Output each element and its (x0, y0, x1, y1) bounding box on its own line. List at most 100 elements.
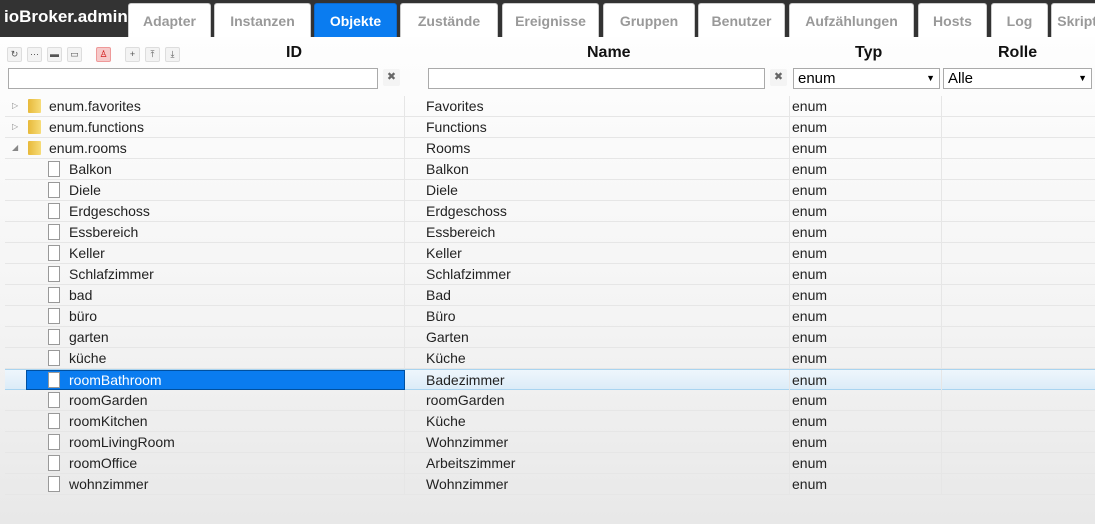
file-icon (48, 224, 60, 240)
table-row[interactable]: Erdgeschoss Erdgeschoss enum (5, 201, 1095, 222)
id-cell: Essbereich (5, 222, 405, 242)
typ-cell: enum (792, 266, 828, 282)
file-icon (48, 476, 60, 492)
name-cell: Büro (426, 308, 456, 324)
name-cell: Bad (426, 287, 451, 303)
table-row[interactable]: ▷ enum.favorites Favorites enum (5, 96, 1095, 117)
expanded-arrow-icon[interactable]: ◢ (12, 138, 18, 158)
tab-skripte[interactable]: Skripte (1051, 3, 1095, 37)
name-cell: Wohnzimmer (426, 476, 509, 492)
table-row[interactable]: roomGarden roomGarden enum (5, 390, 1095, 411)
file-icon (48, 245, 60, 261)
user-button[interactable]: ♙ (96, 47, 111, 62)
file-icon (48, 392, 60, 408)
refresh-button[interactable]: ↻ (7, 47, 22, 62)
object-id: Diele (69, 182, 101, 198)
typ-cell: enum (792, 350, 828, 366)
typ-cell: enum (792, 434, 828, 450)
upload-button[interactable]: ⤒ (145, 47, 160, 62)
folder-open-button[interactable]: ▭ (67, 47, 82, 62)
id-cell: ◢ enum.rooms (5, 138, 405, 158)
object-id: Schlafzimmer (69, 266, 154, 282)
table-row[interactable]: küche Küche enum (5, 348, 1095, 369)
add-button[interactable]: + (125, 47, 140, 62)
divider (941, 370, 942, 390)
divider (941, 243, 942, 263)
id-cell: wohnzimmer (5, 474, 405, 494)
file-icon (48, 203, 60, 219)
tab-adapter[interactable]: Adapter (128, 3, 211, 37)
name-cell: Diele (426, 182, 458, 198)
download-icon: ⤓ (170, 49, 175, 59)
folder-open-icon: ▭ (70, 49, 79, 59)
tab-ereignisse[interactable]: Ereignisse (502, 3, 599, 37)
divider (941, 474, 942, 494)
tab-benutzer[interactable]: Benutzer (698, 3, 785, 37)
rolle-filter-select[interactable]: Alle ▼ (943, 68, 1092, 89)
table-row[interactable]: ◢ enum.rooms Rooms enum (5, 138, 1095, 159)
id-cell: büro (5, 306, 405, 326)
table-row[interactable]: Keller Keller enum (5, 243, 1095, 264)
name-filter-input[interactable] (428, 68, 765, 89)
id-filter-input[interactable] (8, 68, 378, 89)
clear-name-filter-button[interactable]: ✖ (770, 69, 787, 86)
column-header-id[interactable]: ID (286, 44, 302, 62)
tab-gruppen[interactable]: Gruppen (603, 3, 695, 37)
divider (789, 285, 790, 305)
table-row[interactable]: büro Büro enum (5, 306, 1095, 327)
file-icon (48, 372, 60, 388)
divider (789, 306, 790, 326)
table-row[interactable]: Balkon Balkon enum (5, 159, 1095, 180)
typ-cell: enum (792, 98, 828, 114)
tab-instanzen[interactable]: Instanzen (214, 3, 311, 37)
tab-zustände[interactable]: Zustände (400, 3, 498, 37)
column-header-name[interactable]: Name (587, 44, 631, 62)
table-row[interactable]: garten Garten enum (5, 327, 1095, 348)
tab-aufzählungen[interactable]: Aufzählungen (789, 3, 914, 37)
collapsed-arrow-icon[interactable]: ▷ (12, 96, 18, 116)
list-icon: ⋯ (30, 49, 39, 59)
table-row[interactable]: roomOffice Arbeitszimmer enum (5, 453, 1095, 474)
name-cell: Balkon (426, 161, 469, 177)
divider (789, 222, 790, 242)
table-row[interactable]: Schlafzimmer Schlafzimmer enum (5, 264, 1095, 285)
typ-cell: enum (792, 455, 828, 471)
typ-cell: enum (792, 308, 828, 324)
folder-icon (28, 120, 41, 134)
object-id: roomKitchen (69, 413, 148, 429)
divider (789, 432, 790, 452)
column-header-typ[interactable]: Typ (855, 44, 882, 62)
collapsed-arrow-icon[interactable]: ▷ (12, 117, 18, 137)
object-id: enum.functions (49, 119, 144, 135)
divider (789, 138, 790, 158)
table-row[interactable]: wohnzimmer Wohnzimmer enum (5, 474, 1095, 495)
typ-filter-select[interactable]: enum ▼ (793, 68, 940, 89)
table-row[interactable]: roomKitchen Küche enum (5, 411, 1095, 432)
file-icon (48, 329, 60, 345)
table-row[interactable]: Essbereich Essbereich enum (5, 222, 1095, 243)
table-row[interactable]: roomBathroom Badezimmer enum (5, 369, 1095, 390)
table-row[interactable]: bad Bad enum (5, 285, 1095, 306)
dropdown-arrow-icon: ▼ (926, 73, 935, 83)
table-row[interactable]: ▷ enum.functions Functions enum (5, 117, 1095, 138)
object-id: Keller (69, 245, 105, 261)
list-button[interactable]: ⋯ (27, 47, 42, 62)
folder-icon (28, 141, 41, 155)
table-row[interactable]: roomLivingRoom Wohnzimmer enum (5, 432, 1095, 453)
tab-hosts[interactable]: Hosts (918, 3, 987, 37)
divider (789, 348, 790, 368)
name-cell: Garten (426, 329, 469, 345)
tab-log[interactable]: Log (991, 3, 1048, 37)
folder-icon (28, 99, 41, 113)
table-row[interactable]: Diele Diele enum (5, 180, 1095, 201)
file-icon (48, 413, 60, 429)
id-cell: roomOffice (5, 453, 405, 473)
id-cell: Erdgeschoss (5, 201, 405, 221)
clear-id-filter-button[interactable]: ✖ (383, 69, 400, 86)
download-button[interactable]: ⤓ (165, 47, 180, 62)
tab-objekte[interactable]: Objekte (314, 3, 397, 37)
divider (789, 327, 790, 347)
folder-closed-button[interactable]: ▬ (47, 47, 62, 62)
divider (789, 411, 790, 431)
column-header-rolle[interactable]: Rolle (998, 44, 1037, 62)
